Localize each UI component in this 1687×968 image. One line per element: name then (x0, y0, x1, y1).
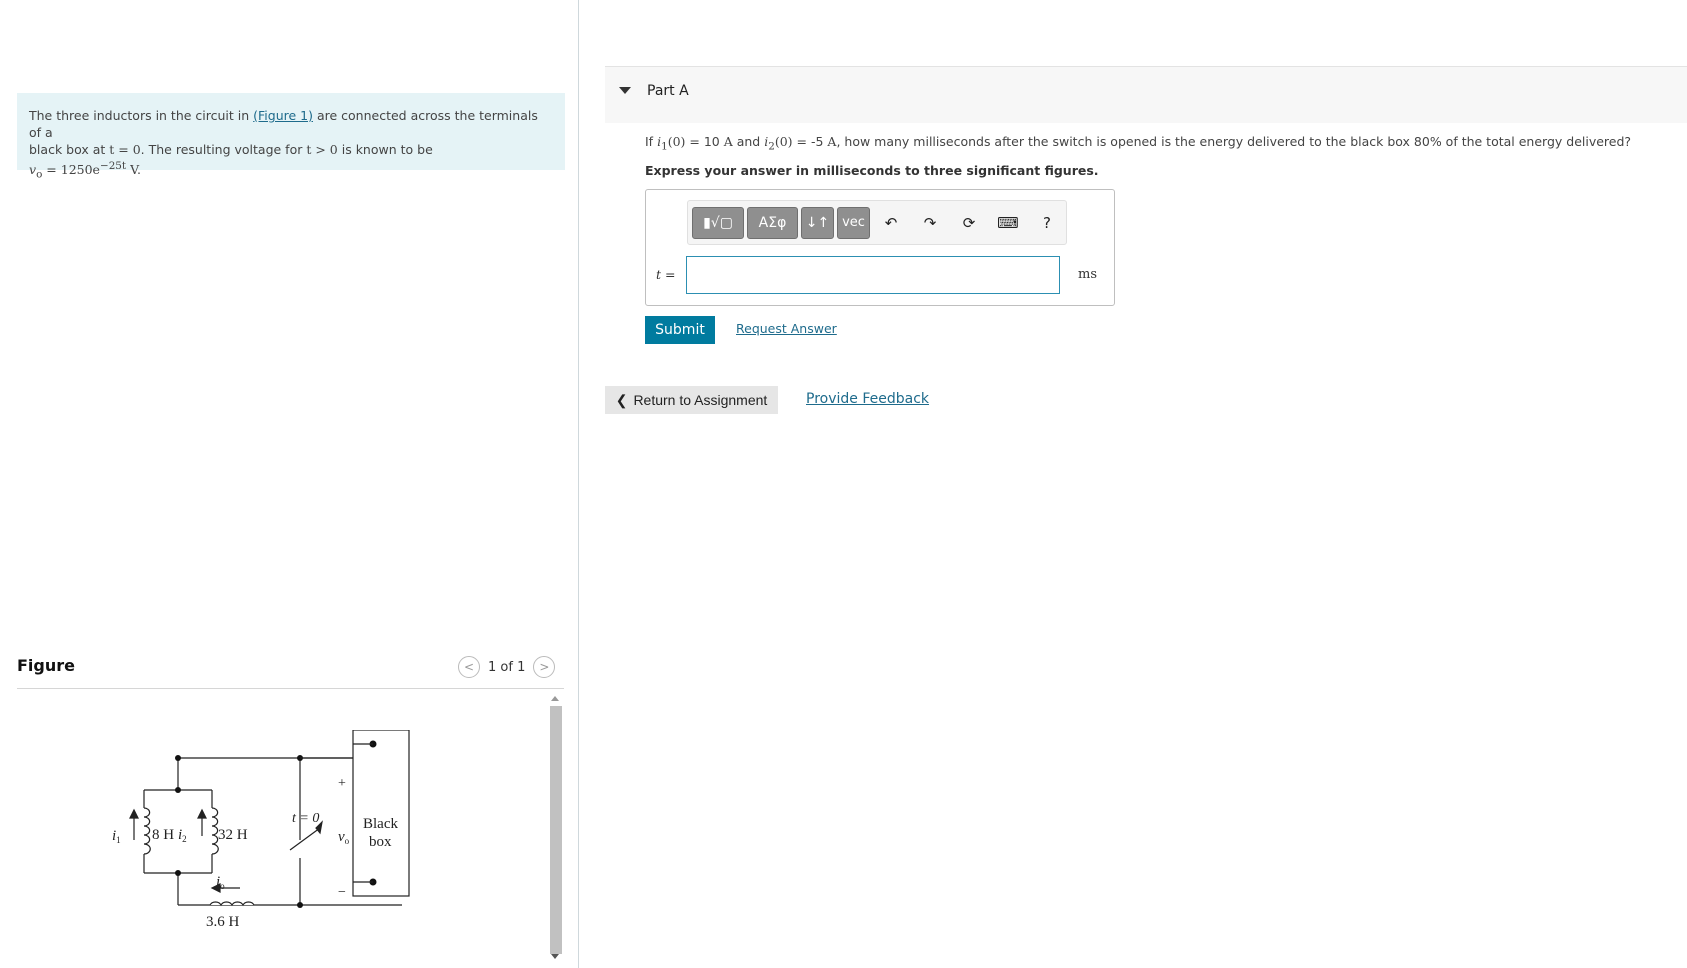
math-expression: t > 0 (306, 142, 338, 157)
circuit-diagram: i1 8 H i2 32 H io 3.6 H t = 0 + vo − Bla… (112, 730, 410, 930)
answer-instruction: Express your answer in milliseconds to t… (645, 163, 1099, 178)
problem-text: is known to be (337, 142, 433, 157)
figure-scrollbar[interactable] (548, 692, 562, 968)
left-panel: The three inductors in the circuit in (F… (0, 0, 578, 968)
return-label: Return to Assignment (633, 392, 768, 408)
keyboard-icon[interactable]: ⌨ (990, 207, 1026, 239)
answer-label: t = (656, 267, 676, 282)
part-title: Part A (647, 83, 689, 99)
problem-text: black box at (29, 142, 110, 157)
problem-text: . The resulting voltage for (140, 142, 307, 157)
svg-text:i1: i1 (112, 828, 121, 845)
question-text: If i1(0) = 10 A and i2(0) = -5 A, how ma… (645, 134, 1632, 153)
answer-input[interactable] (686, 256, 1060, 294)
collapse-caret-icon[interactable] (619, 87, 631, 94)
switch-label: t = 0 (292, 811, 319, 826)
minus-sign: − (338, 885, 346, 900)
pager-text: 1 of 1 (488, 659, 526, 675)
reset-icon[interactable]: ⟳ (951, 207, 987, 239)
vec-button[interactable]: vec (837, 206, 870, 239)
answer-box: ▮√▢ ΑΣφ ↓↑ vec ↶ ↷ ⟳ ⌨ ? t = ms (645, 189, 1115, 306)
black-box-label-2: box (369, 834, 392, 850)
chevron-left-icon: ❮ (615, 391, 628, 408)
return-to-assignment-button[interactable]: ❮ Return to Assignment (605, 386, 778, 414)
undo-icon[interactable]: ↶ (873, 207, 909, 239)
problem-statement: The three inductors in the circuit in (F… (17, 93, 565, 181)
redo-icon[interactable]: ↷ (912, 207, 948, 239)
scroll-down-icon[interactable] (551, 954, 559, 959)
black-box-label-1: Black (363, 816, 398, 832)
figure-pager: < 1 of 1 > (458, 656, 556, 678)
problem-text: The three inductors in the circuit in (29, 108, 254, 123)
submit-button[interactable]: Submit (645, 316, 715, 344)
part-header[interactable]: Part A (605, 66, 1687, 123)
inductor-8h-label: 8 H (152, 827, 174, 843)
prev-figure-button[interactable]: < (458, 656, 480, 678)
help-icon[interactable]: ? (1029, 207, 1065, 239)
scroll-thumb[interactable] (550, 706, 562, 954)
figure-title: Figure (17, 656, 75, 675)
answer-unit: ms (1078, 267, 1097, 282)
figure-divider (17, 688, 564, 689)
svg-text:io: io (216, 874, 225, 891)
math-toolbar: ▮√▢ ΑΣφ ↓↑ vec ↶ ↷ ⟳ ⌨ ? (687, 200, 1067, 245)
math-expression: t = 0 (109, 142, 141, 157)
voltage-equation: vo = 1250e−25t V. (29, 160, 141, 181)
provide-feedback-link[interactable]: Provide Feedback (806, 391, 929, 407)
request-answer-link[interactable]: Request Answer (736, 321, 837, 336)
inductor-32h-label: 32 H (218, 827, 248, 843)
arrows-button[interactable]: ↓↑ (801, 206, 834, 239)
plus-sign: + (338, 776, 346, 791)
greek-button[interactable]: ΑΣφ (747, 206, 798, 239)
figure-link[interactable]: (Figure 1) (253, 108, 313, 123)
panel-divider (578, 0, 579, 968)
inductor-3-6h-label: 3.6 H (206, 914, 240, 930)
templates-button[interactable]: ▮√▢ (692, 206, 744, 239)
svg-text:i2: i2 (178, 827, 187, 844)
right-panel: Part A If i1(0) = 10 A and i2(0) = -5 A,… (580, 0, 1687, 968)
scroll-up-icon[interactable] (551, 696, 559, 701)
next-figure-button[interactable]: > (533, 656, 556, 678)
svg-text:vo: vo (338, 829, 350, 846)
